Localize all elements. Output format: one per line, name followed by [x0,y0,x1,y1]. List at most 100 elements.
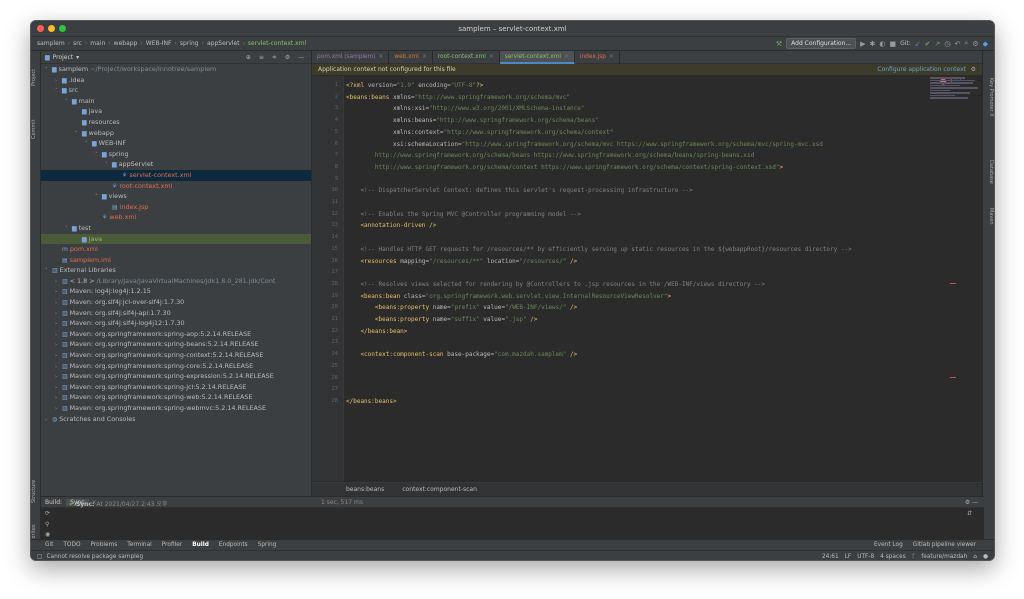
close-icon[interactable]: × [609,54,614,60]
zoom-window-button[interactable] [59,25,66,32]
chevron-down-icon[interactable]: ▾ [76,54,79,61]
chevron-icon[interactable]: › [55,319,62,329]
settings-icon[interactable]: ⚙ [972,40,978,48]
tree-item[interactable]: › ◍ Scratches and Consoles [41,414,311,425]
close-icon[interactable]: × [379,54,384,60]
chevron-icon[interactable]: › [55,298,62,308]
stop-icon[interactable]: ■ [889,40,896,48]
code-minimap[interactable] [930,76,980,136]
tree-item[interactable]: › ▥ Maven: org.springframework:spring-core… [41,361,311,372]
tree-item[interactable]: ▆ java [41,106,311,117]
tree-item[interactable]: ˅ ▥ External Libraries [41,265,311,276]
breadcrumb-item[interactable]: spring [180,40,199,47]
chevron-icon[interactable]: › [55,362,62,372]
error-marker[interactable] [950,283,956,284]
tab-project[interactable]: Project [31,57,41,97]
coverage-icon[interactable]: ◐ [879,40,885,48]
chevron-icon[interactable]: › [55,309,62,319]
chevron-icon[interactable]: › [55,330,62,340]
tree-item[interactable]: › ▥ Maven: org.springframework:spring-jcl:… [41,382,311,393]
tree-item[interactable]: › ▥ Maven: org.slf4j:jcl-over-slf4j:1.7.30 [41,297,311,308]
hammer-icon[interactable]: ⚒ [776,40,782,48]
breadcrumb-item[interactable]: src [73,40,82,47]
breadcrumb-item[interactable]: appServlet [207,40,240,47]
project-panel-title[interactable]: Project [53,54,74,61]
chevron-icon[interactable]: ˅ [75,129,82,139]
bottom-tab[interactable]: Endpoints [219,542,248,548]
pin-icon[interactable]: ⚲ [45,521,49,528]
plugin-icon[interactable]: ◆ [983,40,988,48]
bottom-tab[interactable]: Profiler [162,542,182,548]
tab-key-promoter[interactable]: Key Promoter X [982,57,994,137]
tree-item[interactable]: › ▥ Maven: org.slf4j:slf4j-api:1.7.30 [41,308,311,319]
breadcrumb-item[interactable]: webapp [114,40,138,47]
chevron-icon[interactable]: › [55,372,62,382]
tree-item[interactable]: ▆ resources [41,117,311,128]
editor-tab[interactable]: index.jsp × [575,50,620,64]
history-icon[interactable]: ◷ [944,40,950,48]
run-icon[interactable]: ▶ [860,40,865,48]
rollback-icon[interactable]: ↶ [955,40,961,48]
tab-maven[interactable]: Maven [982,201,994,231]
close-window-button[interactable] [37,25,44,32]
eye-icon[interactable]: ◉ [45,531,50,538]
chevron-icon[interactable]: ˅ [55,86,62,96]
chevron-icon[interactable]: › [55,287,62,297]
chevron-icon[interactable]: ˅ [45,266,52,276]
line-separator[interactable]: LF [845,554,852,560]
tree-item[interactable]: ⚘ servlet-context.xml [41,169,311,181]
git-commit-icon[interactable]: ✔ [925,40,931,48]
chevron-icon[interactable]: › [55,383,62,393]
tab-commit[interactable]: Commit [31,109,41,149]
bottom-right-tab[interactable]: Event Log [874,542,903,548]
chevron-icon[interactable]: ˅ [105,160,112,170]
tree-item[interactable]: ˅ ▆ views [41,191,311,202]
tree-item[interactable]: ˅ ▆ src [41,85,311,96]
tree-item[interactable]: ˅ ▆ webapp [41,128,311,139]
tree-item[interactable]: › ▥ Maven: org.springframework:spring-aop:… [41,329,311,340]
tree-item[interactable]: › ▥ < 1.8 > /Library/Java/JavaVirtualMachi… [41,276,311,287]
tree-item[interactable]: ˅ ▆ test [41,223,311,234]
close-icon[interactable]: × [489,54,494,60]
chevron-icon[interactable]: ˅ [45,65,52,75]
git-branch[interactable]: feature/mazdah [921,554,967,560]
close-icon[interactable]: × [564,54,569,60]
bottom-tab[interactable]: Terminal [127,542,152,548]
chevron-icon[interactable]: › [55,76,62,86]
chevron-icon[interactable]: ˅ [95,192,102,202]
bottom-tab[interactable]: Spring [258,542,277,548]
scroll-end-icon[interactable]: ⇵ [967,510,972,517]
breadcrumb-item[interactable]: context:component-scan [402,486,477,493]
chevron-icon[interactable]: › [55,340,62,350]
panel-tools-icon[interactable]: ⊕ ≡ ≑ ⚙ — [246,54,307,61]
tree-item[interactable]: ▤ samplem.iml [41,255,311,266]
bottom-tab[interactable]: Build [192,542,209,548]
chevron-icon[interactable]: › [45,415,52,425]
notifications-icon[interactable]: ● [983,554,988,560]
git-update-icon[interactable]: ↙ [915,40,921,48]
tree-item[interactable]: m pom.xml [41,244,311,255]
tree-item[interactable]: › ▥ Maven: org.slf4j:slf4j-log4j12:1.7.30 [41,318,311,329]
bottom-tab[interactable]: Git [45,542,53,548]
tree-item[interactable]: ˅ ▆ WEB-INF [41,138,311,149]
cursor-position[interactable]: 24:61 [822,554,839,560]
tree-item[interactable]: ˅ ▆ samplem ~/Project/workspace/innotree/s… [41,64,311,75]
chevron-icon[interactable]: ˅ [85,139,92,149]
tree-item[interactable]: › ▥ Maven: org.springframework:spring-bean… [41,339,311,350]
tab-database[interactable]: Database [982,149,994,195]
chevron-icon[interactable]: › [55,393,62,403]
tree-item[interactable]: › ▥ Maven: org.springframework:spring-web:… [41,392,311,403]
tree-item[interactable]: ˅ ▆ main [41,96,311,107]
tree-item[interactable]: ⚘ root-context.xml [41,181,311,192]
tree-item[interactable]: › ▥ Maven: org.springframework:spring-webm… [41,403,311,414]
debug-icon[interactable]: ✱ [869,40,875,48]
code-view[interactable]: <?xml version="1.0" encoding="UTF-8"?> <b… [346,76,946,481]
breadcrumb-item[interactable]: main [90,40,105,47]
chevron-icon[interactable]: ˅ [65,224,72,234]
close-icon[interactable]: × [422,54,427,60]
configure-context-link[interactable]: Configure application context [877,66,966,73]
indent-setting[interactable]: 4 spaces [880,554,906,560]
file-encoding[interactable]: UTF-8 [857,554,874,560]
minimize-window-button[interactable] [48,25,55,32]
search-icon[interactable]: ⌕ [964,39,968,48]
